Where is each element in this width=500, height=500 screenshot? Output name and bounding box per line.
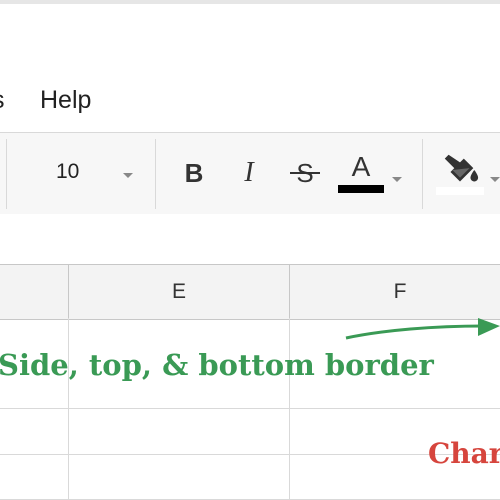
fill-color-swatch (436, 187, 484, 195)
strikethrough-line (290, 172, 320, 174)
text-color-swatch (338, 185, 384, 193)
font-size-value: 10 (56, 160, 80, 183)
italic-button[interactable]: I (235, 151, 263, 195)
menu-item-help[interactable]: Help (40, 86, 91, 115)
formula-bar-area (0, 214, 500, 264)
annotation-chart-label: Char (428, 437, 500, 470)
menu-bar: s Help (0, 74, 500, 130)
column-header-f[interactable]: F (290, 265, 500, 319)
gridline-horizontal (0, 454, 500, 455)
text-color-icon: A (351, 151, 371, 182)
gridline-vertical (68, 318, 69, 500)
chevron-down-icon (123, 173, 133, 178)
text-color-button[interactable]: A (338, 151, 384, 195)
gridline-horizontal (0, 408, 500, 409)
fill-color-icon (444, 154, 479, 182)
toolbar: 10 B I S A (0, 132, 500, 216)
toolbar-separator (422, 139, 423, 209)
annotation-border-label: Side, top, & bottom border (0, 348, 434, 382)
gridline-vertical (289, 318, 290, 500)
italic-icon: I (244, 157, 254, 188)
column-header-e[interactable]: E (69, 265, 289, 319)
text-color-dropdown-icon[interactable] (392, 177, 402, 182)
font-size-select[interactable]: 10 (20, 133, 150, 215)
arrow-icon (345, 318, 500, 340)
toolbar-separator (6, 139, 7, 209)
bold-icon: B (184, 157, 204, 188)
menu-item-partial[interactable]: s (0, 86, 5, 115)
strikethrough-button[interactable]: S (290, 151, 320, 195)
toolbar-separator (155, 139, 156, 209)
fill-color-button[interactable] (436, 151, 484, 195)
bold-button[interactable]: B (180, 151, 208, 195)
window-top-border (0, 0, 500, 4)
fill-color-dropdown-icon[interactable] (490, 177, 500, 182)
